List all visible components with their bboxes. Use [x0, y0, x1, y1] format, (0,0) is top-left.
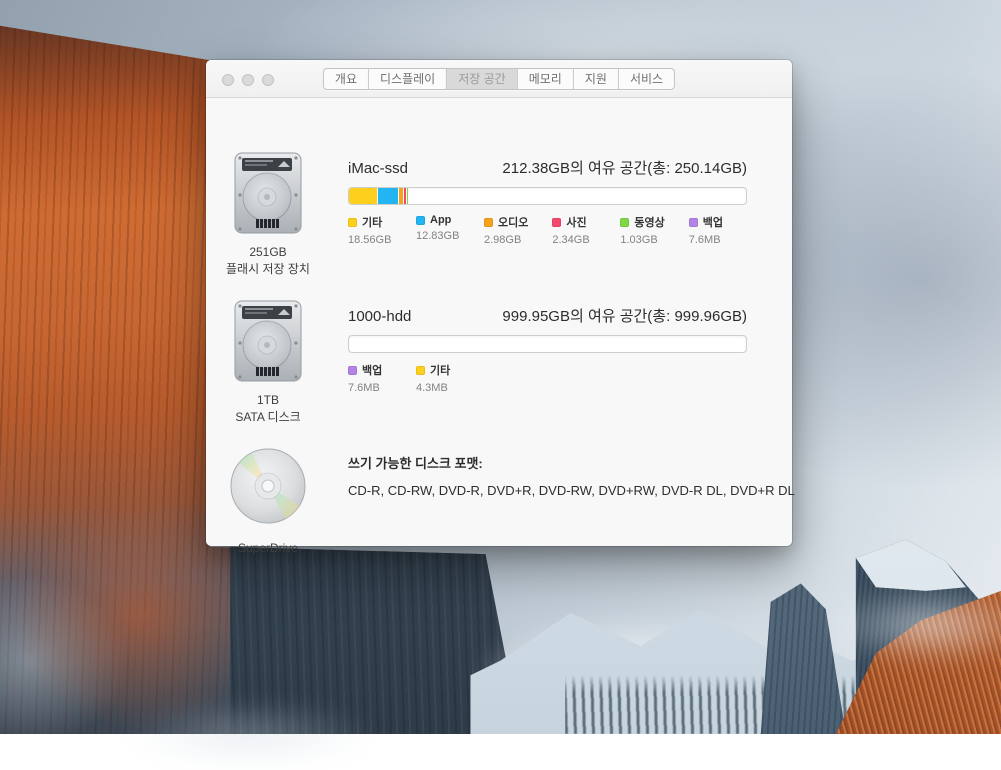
storage-usage-bar — [348, 187, 747, 205]
storage-legend: 기타 18.56GB App 12.83GB 오디오 2.98GB 사진 2.34GB 동영상 1… — [348, 214, 733, 246]
legend-swatch — [689, 218, 698, 227]
superdrive-label: SuperDrive — [208, 540, 328, 557]
legend-value: 2.34GB — [552, 234, 596, 246]
legend-item: 동영상 1.03GB — [620, 214, 664, 246]
legend-swatch — [348, 218, 357, 227]
disk-caption: 251GB 플래시 저장 장치 — [208, 244, 328, 278]
title-bar[interactable]: 개요디스플레이저장 공간메모리지원서비스 — [206, 60, 792, 98]
legend-label: 사진 — [566, 214, 586, 230]
disk-name: iMac-ssd — [348, 160, 408, 177]
legend-swatch — [416, 366, 425, 375]
legend-swatch — [484, 218, 493, 227]
tab-0[interactable]: 개요 — [324, 69, 368, 89]
disk-icon-column: 251GB 플래시 저장 장치 — [208, 151, 328, 278]
legend-item: 기타 18.56GB — [348, 214, 392, 246]
hard-drive-icon — [232, 299, 304, 383]
disk-header: iMac-ssd 212.38GB의 여유 공간(총: 250.14GB) — [348, 157, 747, 178]
legend-value: 12.83GB — [416, 230, 460, 242]
legend-label: 오디오 — [498, 214, 528, 230]
tab-4[interactable]: 지원 — [573, 69, 618, 89]
legend-label: App — [430, 214, 451, 226]
legend-label: 동영상 — [634, 214, 664, 230]
disk-icon-column: 1TB SATA 디스크 — [208, 299, 328, 426]
legend-label: 백업 — [362, 362, 382, 378]
disk-free-space: 999.95GB의 여유 공간(총: 999.96GB) — [502, 305, 747, 326]
disk-size-label: 251GB — [208, 244, 328, 261]
tab-2[interactable]: 저장 공간 — [446, 69, 517, 89]
disk-size-label: 1TB — [208, 392, 328, 409]
minimize-button[interactable] — [242, 74, 254, 86]
tab-5[interactable]: 서비스 — [618, 69, 674, 89]
legend-value: 1.03GB — [620, 234, 664, 246]
legend-value: 2.98GB — [484, 234, 528, 246]
legend-item: 오디오 2.98GB — [484, 214, 528, 246]
legend-label: 기타 — [362, 214, 382, 230]
disk-type-label: SATA 디스크 — [208, 409, 328, 426]
legend-swatch — [416, 216, 425, 225]
disk-type-label: 플래시 저장 장치 — [208, 261, 328, 278]
cd-disc-icon — [229, 447, 307, 525]
writable-formats-heading: 쓰기 가능한 디스크 포맷: — [348, 453, 483, 472]
bar-segment — [349, 188, 378, 204]
legend-value: 18.56GB — [348, 234, 392, 246]
legend-value: 7.6MB — [348, 382, 392, 394]
storage-usage-bar — [348, 335, 747, 353]
legend-value: 4.3MB — [416, 382, 460, 394]
superdrive-caption: SuperDrive — [208, 540, 328, 557]
tab-1[interactable]: 디스플레이 — [368, 69, 446, 89]
bar-segment — [407, 188, 409, 204]
tab-3[interactable]: 메모리 — [517, 69, 573, 89]
legend-label: 기타 — [430, 362, 450, 378]
legend-value: 7.6MB — [689, 234, 733, 246]
legend-item: 사진 2.34GB — [552, 214, 596, 246]
bar-segment — [378, 188, 398, 204]
legend-item: App 12.83GB — [416, 214, 460, 246]
legend-item: 백업 7.6MB — [689, 214, 733, 246]
writable-formats-list: CD-R, CD-RW, DVD-R, DVD+R, DVD-RW, DVD+R… — [348, 483, 795, 498]
disk-header: 1000-hdd 999.95GB의 여유 공간(총: 999.96GB) — [348, 305, 747, 326]
legend-label: 백업 — [703, 214, 723, 230]
legend-item: 기타 4.3MB — [416, 362, 460, 394]
legend-item: 백업 7.6MB — [348, 362, 392, 394]
disk-name: 1000-hdd — [348, 308, 411, 325]
storage-pane: 251GB 플래시 저장 장치 iMac-ssd 212.38GB의 여유 공간… — [206, 99, 792, 546]
system-info-window: 개요디스플레이저장 공간메모리지원서비스 — [206, 60, 792, 546]
tab-bar: 개요디스플레이저장 공간메모리지원서비스 — [323, 68, 675, 90]
legend-swatch — [348, 366, 357, 375]
superdrive-icon-column: SuperDrive — [208, 447, 328, 557]
legend-swatch — [620, 218, 629, 227]
close-button[interactable] — [222, 74, 234, 86]
disk-free-space: 212.38GB의 여유 공간(총: 250.14GB) — [502, 157, 747, 178]
traffic-lights — [222, 74, 274, 86]
hard-drive-icon — [232, 151, 304, 235]
storage-legend: 백업 7.6MB 기타 4.3MB — [348, 362, 460, 394]
disk-caption: 1TB SATA 디스크 — [208, 392, 328, 426]
zoom-button[interactable] — [262, 74, 274, 86]
legend-swatch — [552, 218, 561, 227]
mist-cloud — [120, 700, 380, 770]
